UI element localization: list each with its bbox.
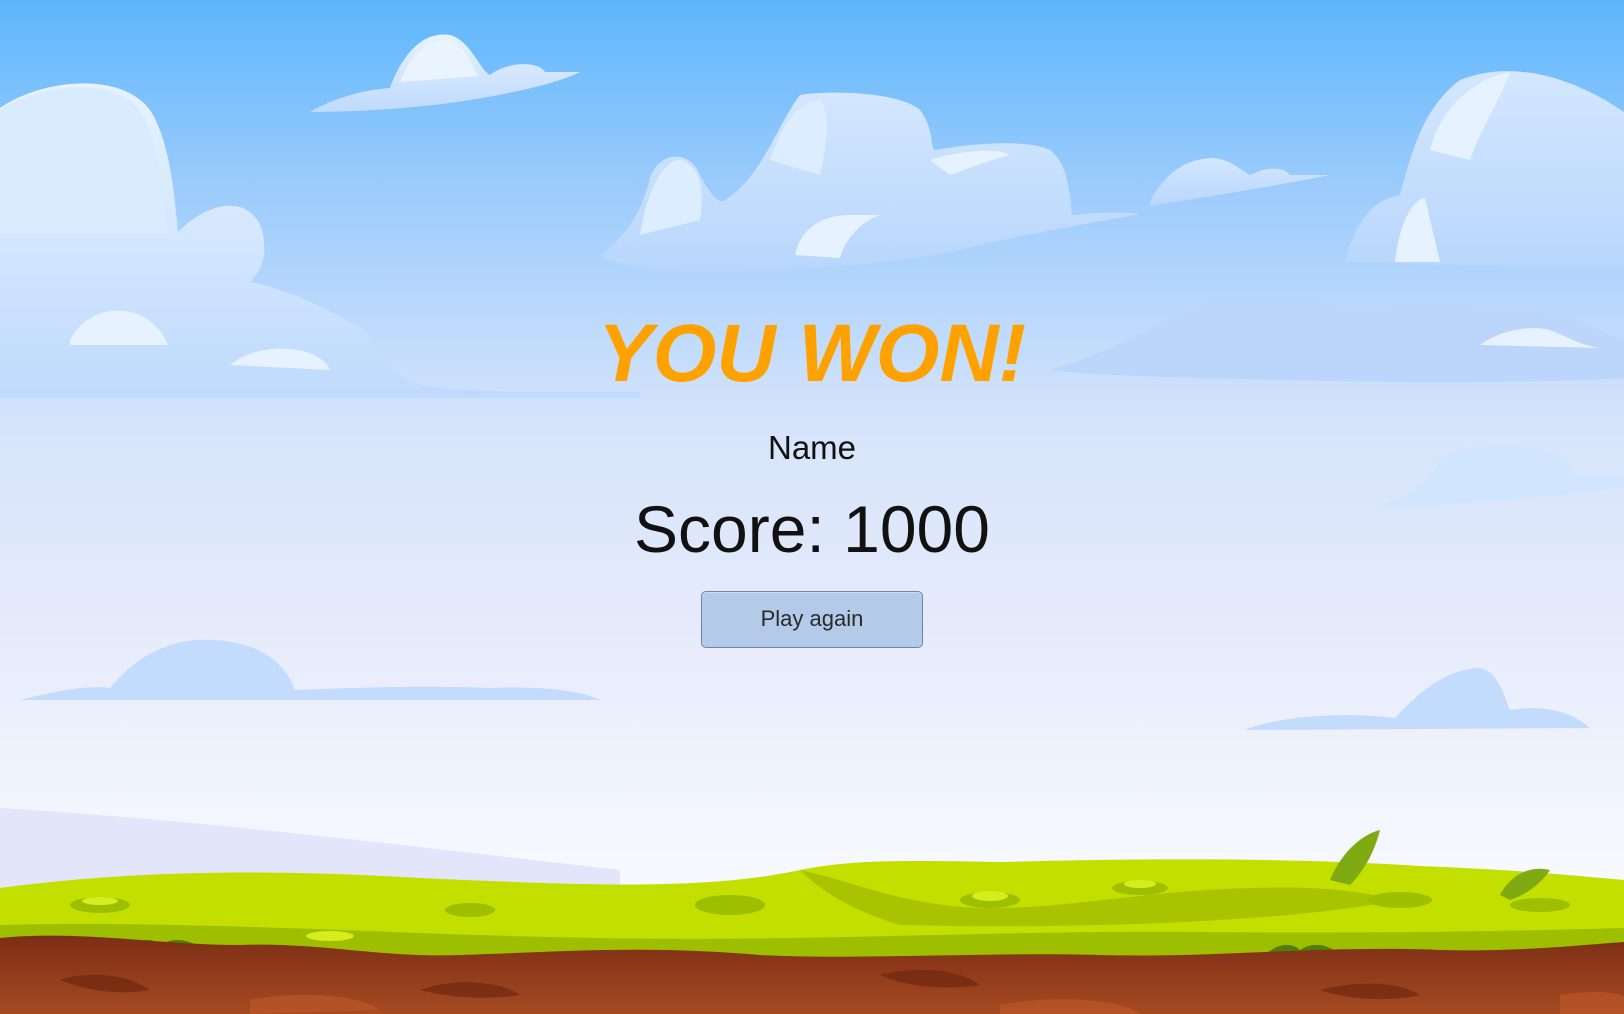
- player-name: Name: [767, 429, 857, 466]
- score-display: Score: 1000: [0, 491, 1624, 567]
- win-title: YOU WON!: [597, 308, 1027, 399]
- score-value: 1000: [843, 492, 990, 566]
- play-again-button[interactable]: Play again: [701, 591, 923, 648]
- score-label: Score:: [634, 492, 825, 566]
- win-screen: YOU WON! Name Score: 1000 Play again: [0, 0, 1624, 1014]
